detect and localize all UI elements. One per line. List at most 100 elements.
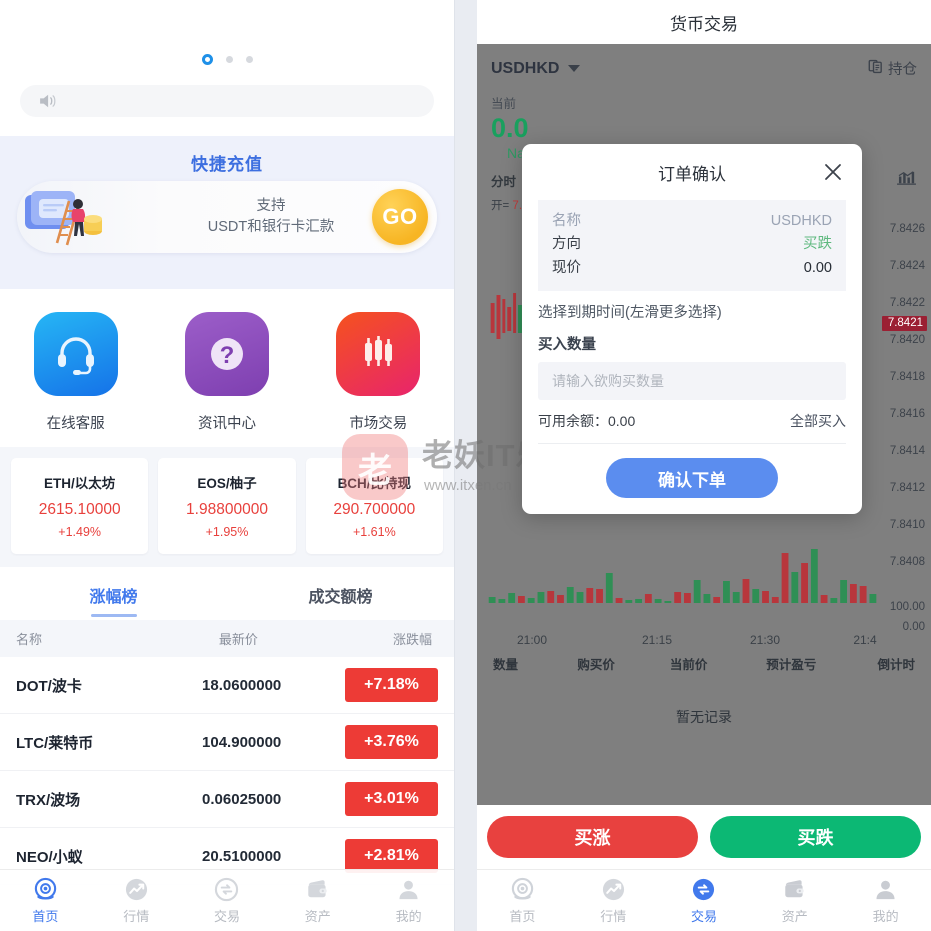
tab-assets[interactable]: 资产 bbox=[749, 877, 840, 925]
ticker-name: BCH/比特现 bbox=[337, 476, 412, 491]
col-price: 最新价 bbox=[218, 632, 258, 647]
feature-online-service[interactable]: 在线客服 bbox=[0, 312, 151, 433]
carousel-dot[interactable] bbox=[225, 56, 233, 63]
buy-all-button[interactable]: 全部买入 bbox=[790, 411, 846, 431]
tab-home[interactable]: 首页 bbox=[0, 877, 91, 925]
status-badge: +7.18% bbox=[345, 668, 438, 702]
tab-label: 交易 bbox=[690, 908, 717, 924]
y-tick: 7.8408 bbox=[889, 556, 925, 569]
col-estimated-pnl: 预计盈亏 bbox=[766, 658, 817, 673]
row-value: USDHKD bbox=[770, 213, 832, 229]
tab-trade[interactable]: 交易 bbox=[659, 877, 750, 925]
y-tick: 7.8416 bbox=[889, 408, 925, 421]
col-quantity: 数量 bbox=[493, 658, 519, 673]
ticker-change: +1.49% bbox=[58, 525, 102, 539]
row-name: DOT/波卡 bbox=[16, 677, 82, 695]
table-row[interactable]: DOT/波卡 18.0600000 +7.18% bbox=[0, 657, 454, 714]
ticker-card[interactable]: ETH/以太坊 2615.10000 +1.49% bbox=[11, 458, 149, 554]
quick-recharge-card[interactable]: 支持 USDT和银行卡汇款 GO bbox=[17, 181, 437, 253]
x-tick: 21:15 bbox=[641, 633, 673, 648]
feature-shortcuts: 在线客服 ? 资讯中心 市场交易 bbox=[0, 289, 454, 447]
table-row[interactable]: LTC/莱特币 104.900000 +3.76% bbox=[0, 714, 454, 771]
tab-trade[interactable]: 交易 bbox=[182, 877, 273, 925]
tab-mine[interactable]: 我的 bbox=[840, 877, 931, 925]
symbol-selector[interactable]: USDHKD bbox=[491, 60, 581, 78]
row-key: 名称 bbox=[552, 213, 581, 229]
ticker-change: +1.95% bbox=[205, 525, 249, 539]
feature-market-trade[interactable]: 市场交易 bbox=[303, 312, 454, 433]
symbol-bar: USDHKD 持仓 bbox=[477, 44, 931, 89]
wallet-icon bbox=[305, 877, 330, 902]
tab-label: 行情 bbox=[600, 908, 627, 924]
wallet-icon bbox=[782, 877, 807, 902]
positions-empty-state: 暂无记录 bbox=[676, 709, 732, 726]
amount-input[interactable] bbox=[538, 362, 846, 401]
tab-mine[interactable]: 我的 bbox=[363, 877, 454, 925]
row-price: 18.0600000 bbox=[202, 676, 282, 694]
tab-home[interactable]: 首页 bbox=[477, 877, 568, 925]
carousel-dot[interactable] bbox=[245, 56, 253, 63]
buy-up-button[interactable]: 买涨 bbox=[487, 816, 698, 858]
recharge-go-button[interactable]: GO bbox=[372, 189, 428, 245]
tab-label: 我的 bbox=[872, 908, 899, 924]
tab-label: 首页 bbox=[32, 908, 59, 924]
order-summary-row: 方向 买跌 bbox=[552, 233, 832, 256]
app-root: 快捷充值 支持 USDT和银行卡汇款 GO 在线客服 ? 资讯中心 市场交易 E… bbox=[0, 0, 931, 931]
y-tick: 7.8424 bbox=[889, 260, 925, 273]
row-price: 20.5100000 bbox=[202, 847, 282, 865]
trade-swap-icon bbox=[691, 877, 716, 902]
current-price-value: 0.0 bbox=[491, 113, 529, 143]
tab-gainers[interactable]: 涨幅榜 bbox=[0, 567, 227, 620]
ranking-tabs: 涨幅榜 成交额榜 bbox=[0, 567, 454, 620]
ticker-card[interactable]: EOS/柚子 1.98800000 +1.95% bbox=[158, 458, 296, 554]
banner-carousel[interactable] bbox=[0, 0, 454, 85]
col-current-price: 当前价 bbox=[669, 658, 708, 673]
close-icon[interactable] bbox=[822, 161, 844, 183]
x-tick: 21:30 bbox=[749, 633, 781, 648]
copy-stack-icon bbox=[868, 58, 885, 79]
tab-label: 我的 bbox=[395, 908, 422, 924]
y-tick: 7.8410 bbox=[889, 519, 925, 532]
balance-row: 可用余额：0.00 全部买入 bbox=[538, 400, 846, 445]
status-badge: +2.81% bbox=[345, 839, 438, 873]
tab-label: 资产 bbox=[781, 908, 808, 924]
ticker-name: EOS/柚子 bbox=[197, 476, 257, 491]
notice-bar[interactable] bbox=[20, 85, 434, 117]
positions-button[interactable]: 持仓 bbox=[868, 58, 917, 79]
tab-market[interactable]: 行情 bbox=[568, 877, 659, 925]
chart-type-icon[interactable] bbox=[896, 169, 917, 191]
volume-tick-top: 100.00 bbox=[889, 601, 925, 614]
chart-timeframe-tab[interactable]: 分时 bbox=[491, 171, 516, 190]
candlestick-icon bbox=[336, 312, 421, 396]
buy-down-button[interactable]: 买跌 bbox=[710, 816, 921, 858]
col-buy-price: 购买价 bbox=[577, 658, 615, 673]
right-tabbar: 首页 行情 交易 资产 我的 bbox=[477, 869, 931, 931]
tab-market[interactable]: 行情 bbox=[91, 877, 182, 925]
tab-turnover[interactable]: 成交额榜 bbox=[227, 567, 454, 620]
tab-label: 首页 bbox=[509, 908, 536, 924]
carousel-dot-active[interactable] bbox=[201, 54, 213, 65]
feature-news-center[interactable]: ? 资讯中心 bbox=[151, 312, 302, 433]
y-tick: 7.8414 bbox=[889, 445, 925, 458]
row-price: 0.06025000 bbox=[202, 790, 282, 808]
feature-label: 资讯中心 bbox=[197, 416, 256, 432]
table-row[interactable]: TRX/波场 0.06025000 +3.01% bbox=[0, 771, 454, 828]
speaker-icon bbox=[38, 93, 60, 109]
positions-table-header: 数量 购买价 当前价 预计盈亏 倒计时 bbox=[477, 641, 931, 683]
confirm-order-button[interactable]: 确认下单 bbox=[606, 458, 778, 499]
row-key: 方向 bbox=[552, 236, 581, 253]
chevron-down-icon bbox=[568, 65, 581, 72]
headset-icon bbox=[33, 312, 118, 396]
expiry-section-title[interactable]: 选择到期时间(左滑更多选择) bbox=[538, 291, 846, 324]
order-confirm-dialog: 订单确认 名称 USDHKD 方向 买跌 现价 0.00 选择到期时间(左滑更多… bbox=[522, 144, 862, 515]
tab-label: 交易 bbox=[213, 908, 240, 924]
tab-label: 资产 bbox=[304, 908, 331, 924]
ticker-card[interactable]: BCH/比特现 290.700000 +1.61% bbox=[305, 458, 443, 554]
dialog-header: 订单确认 bbox=[522, 144, 862, 200]
tab-assets[interactable]: 资产 bbox=[272, 877, 363, 925]
y-tick: 7.8412 bbox=[889, 482, 925, 495]
feature-label: 在线客服 bbox=[46, 416, 105, 432]
row-price: 104.900000 bbox=[202, 733, 282, 751]
positions-table: 数量 购买价 当前价 预计盈亏 倒计时 暂无记录 bbox=[477, 641, 931, 727]
amount-section-title: 买入数量 bbox=[538, 337, 596, 354]
